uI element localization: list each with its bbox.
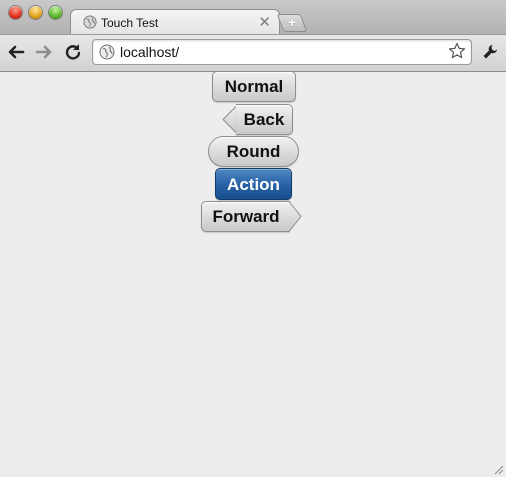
back-page-button[interactable]: Back [236,104,293,135]
title-bar: Touch Test ✕ + [0,0,506,36]
round-button[interactable]: Round [208,136,299,167]
close-window-button[interactable] [9,6,22,19]
new-tab-label: + [287,14,296,30]
tab-title: Touch Test [101,16,159,30]
globe-icon [99,44,115,60]
forward-button-arrow[interactable] [289,201,302,232]
wrench-icon [483,45,497,59]
settings-button[interactable] [479,41,501,63]
globe-icon [83,15,97,29]
address-bar[interactable] [92,39,472,65]
star-icon[interactable] [448,42,466,60]
browser-tab[interactable]: Touch Test ✕ [70,9,280,36]
new-tab-button[interactable]: + [276,14,308,32]
forward-page-button[interactable]: Forward [201,201,290,232]
browser-toolbar [0,34,506,72]
back-button[interactable] [5,41,27,63]
close-tab-icon[interactable]: ✕ [258,13,271,31]
minimize-window-button[interactable] [29,6,42,19]
normal-button[interactable]: Normal [212,71,296,102]
reload-icon [65,44,81,60]
forward-button[interactable] [33,41,55,63]
zoom-window-button[interactable] [49,6,62,19]
forward-arrow-icon [35,45,52,59]
back-arrow-icon [8,45,25,59]
url-input[interactable] [120,43,440,61]
reload-button[interactable] [62,41,84,63]
resize-grip-icon[interactable] [492,463,504,475]
action-button[interactable]: Action [215,168,292,200]
